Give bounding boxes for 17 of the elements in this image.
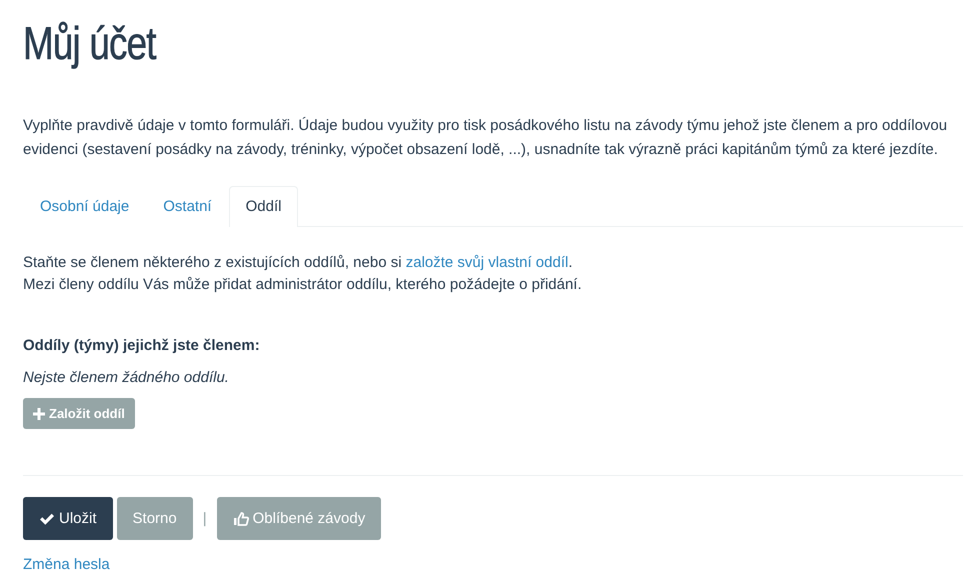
tab[interactable]: Oddíl: [228, 186, 298, 227]
plus-icon: [33, 408, 45, 420]
teams-heading: Oddíly (týmy) jejichž jste členem:: [23, 337, 261, 354]
separator: |: [202, 510, 207, 527]
create-team-link[interactable]: založte svůj vlastní oddíl: [406, 254, 568, 271]
save-button[interactable]: Uložit: [23, 497, 113, 540]
favorites-button[interactable]: Oblíbené závody: [216, 497, 382, 540]
change-password-link[interactable]: Změna hesla: [23, 556, 110, 571]
notice-text: Mezi členy oddílu Vás může přidat administrátor oddílu, kterého požádejte o přidání.: [23, 275, 583, 295]
create-team-button[interactable]: Založit oddíl: [23, 398, 135, 429]
intro-text: Vyplňte pravdivě údaje v tomto formuláři. Údaje budou využity pro tisk posádkového listu na závody týmu jehož jste členem a pro oddílovou evidenci (sestavení posádky na závody, tréninky, výpočet obsazení lodě, ...), usnadníte tak výrazně práci kapitánům týmů za které jezdíte.: [23, 116, 948, 160]
notice-text: Staňte se členem některého z existujících oddílů, nebo si založte svůj vlastní oddíl.: [23, 253, 574, 273]
cancel-button[interactable]: Storno: [116, 497, 193, 540]
page-title: Můj účet: [23, 16, 156, 71]
check-icon: [39, 512, 55, 526]
thumbs-up-icon: [232, 510, 249, 526]
empty-message: Nejste členem žádného oddílu.: [23, 369, 230, 386]
